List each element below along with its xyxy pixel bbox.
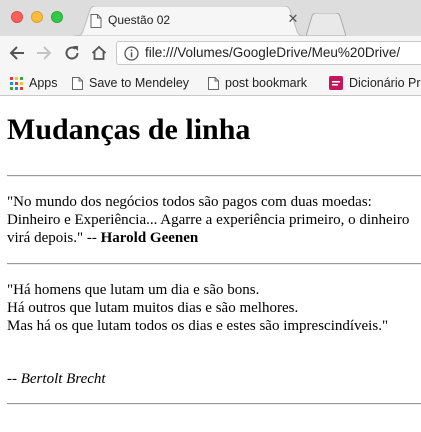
quote-geenen: "No mundo dos negócios todos são pagos c…	[7, 193, 421, 247]
tab-active[interactable]: Questão 02 ✕	[74, 6, 306, 36]
tab-strip: Questão 02 ✕	[0, 0, 421, 37]
page-title: Mudanças de linha	[7, 113, 251, 146]
minimize-window-button[interactable]	[31, 11, 43, 23]
divider	[7, 403, 421, 405]
divider	[7, 175, 421, 177]
url-text: file:///Volumes/GoogleDrive/Meu%20Drive/	[145, 45, 401, 60]
reload-icon[interactable]	[61, 42, 83, 64]
browser-chrome: Questão 02 ✕ file:///Volumes/GoogleDrive…	[0, 0, 421, 96]
bookmark-dicionario[interactable]: Dicionário Pr	[329, 74, 421, 92]
quote-line: Mas há os que lutam todos os dias e este…	[7, 318, 389, 334]
tab-close-icon[interactable]: ✕	[286, 13, 300, 27]
address-bar[interactable]: file:///Volumes/GoogleDrive/Meu%20Drive/	[116, 41, 421, 65]
quote-attribution: -- Bertolt Brecht	[7, 371, 106, 387]
page-icon	[90, 14, 102, 28]
bookmark-post-bookmark[interactable]: post bookmark	[208, 74, 307, 92]
quote-text: "No mundo dos negócios todos são pagos c…	[7, 194, 410, 246]
info-icon[interactable]	[124, 46, 139, 66]
bookmarks-bar: Apps Save to Mendeley post bookmark Dici…	[0, 70, 421, 96]
bookmark-label: Dicionário Pr	[349, 76, 421, 90]
dicionario-favicon	[329, 76, 343, 90]
bookmark-label: Apps	[29, 76, 58, 90]
close-window-button[interactable]	[11, 11, 23, 23]
bookmark-apps[interactable]: Apps	[10, 74, 58, 92]
home-icon[interactable]	[88, 42, 110, 64]
forward-arrow-icon[interactable]	[33, 42, 55, 64]
bookmark-label: post bookmark	[225, 76, 307, 90]
page-icon	[208, 76, 219, 90]
bookmark-save-to-mendeley[interactable]: Save to Mendeley	[72, 74, 189, 92]
navigation-toolbar: file:///Volumes/GoogleDrive/Meu%20Drive/	[0, 36, 421, 70]
tab-title: Questão 02	[108, 13, 171, 27]
page-icon	[72, 76, 83, 90]
divider	[7, 263, 421, 265]
quote-line: "Há homens que lutam um dia e são bons.	[7, 282, 260, 298]
quote-line: Há outros que lutam muitos dias e são me…	[7, 300, 299, 316]
quote-author: Harold Geenen	[100, 230, 199, 246]
apps-grid-icon	[10, 76, 23, 90]
quote-brecht: "Há homens que lutam um dia e são bons. …	[7, 281, 421, 335]
zoom-window-button[interactable]	[51, 11, 63, 23]
bookmark-label: Save to Mendeley	[89, 76, 190, 90]
page-content: Mudanças de linha "No mundo dos negócios…	[0, 96, 421, 432]
back-arrow-icon[interactable]	[6, 42, 28, 64]
